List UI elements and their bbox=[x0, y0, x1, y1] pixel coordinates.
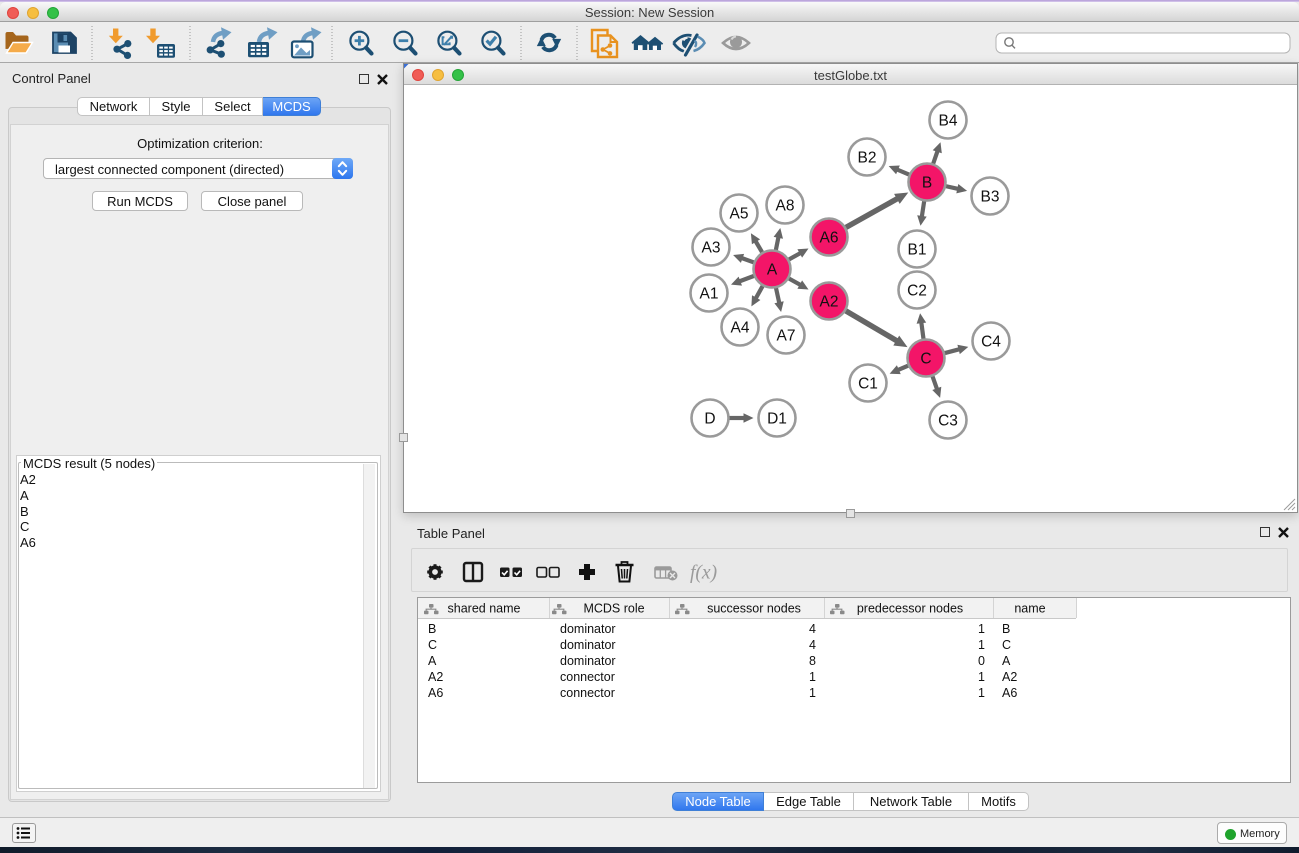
svg-text:A8: A8 bbox=[776, 198, 795, 215]
svg-text:A1: A1 bbox=[700, 286, 719, 303]
svg-text:C: C bbox=[1002, 638, 1011, 652]
svg-text:A: A bbox=[428, 654, 437, 668]
svg-text:1: 1 bbox=[809, 670, 816, 684]
svg-text:B: B bbox=[922, 175, 932, 192]
svg-text:4: 4 bbox=[809, 622, 816, 636]
svg-text:f(x): f(x) bbox=[690, 563, 717, 584]
svg-text:1: 1 bbox=[978, 670, 985, 684]
svg-text:8: 8 bbox=[809, 654, 816, 668]
svg-text:4: 4 bbox=[809, 638, 816, 652]
svg-text:1: 1 bbox=[809, 686, 816, 700]
svg-text:A: A bbox=[767, 262, 778, 279]
svg-text:C2: C2 bbox=[907, 283, 927, 300]
svg-text:A2: A2 bbox=[428, 670, 443, 684]
svg-text:B1: B1 bbox=[908, 242, 927, 259]
svg-text:1: 1 bbox=[978, 638, 985, 652]
svg-text:B: B bbox=[428, 622, 436, 636]
svg-text:name: name bbox=[1014, 602, 1045, 616]
svg-text:predecessor nodes: predecessor nodes bbox=[857, 602, 963, 616]
svg-text:A7: A7 bbox=[777, 328, 796, 345]
svg-text:A4: A4 bbox=[731, 320, 750, 337]
svg-text:A6: A6 bbox=[820, 230, 839, 247]
svg-text:MCDS role: MCDS role bbox=[583, 602, 644, 616]
svg-text:A6: A6 bbox=[428, 686, 443, 700]
svg-text:C1: C1 bbox=[858, 376, 878, 393]
svg-text:dominator: dominator bbox=[560, 622, 616, 636]
svg-text:C: C bbox=[428, 638, 437, 652]
svg-text:A2: A2 bbox=[1002, 670, 1017, 684]
svg-text:0: 0 bbox=[978, 654, 985, 668]
svg-text:C3: C3 bbox=[938, 413, 958, 430]
svg-text:connector: connector bbox=[560, 686, 615, 700]
svg-text:A: A bbox=[1002, 654, 1011, 668]
svg-text:connector: connector bbox=[560, 670, 615, 684]
svg-text:dominator: dominator bbox=[560, 654, 616, 668]
svg-text:B2: B2 bbox=[858, 150, 877, 167]
svg-text:successor nodes: successor nodes bbox=[707, 602, 801, 616]
svg-text:dominator: dominator bbox=[560, 638, 616, 652]
svg-text:C: C bbox=[920, 351, 931, 368]
svg-text:B: B bbox=[1002, 622, 1010, 636]
svg-text:D1: D1 bbox=[767, 411, 787, 428]
svg-text:1: 1 bbox=[978, 686, 985, 700]
svg-text:A3: A3 bbox=[702, 240, 721, 257]
svg-text:shared name: shared name bbox=[448, 602, 521, 616]
svg-text:D: D bbox=[704, 411, 715, 428]
svg-text:A6: A6 bbox=[1002, 686, 1017, 700]
svg-text:B4: B4 bbox=[939, 113, 958, 130]
svg-text:A5: A5 bbox=[730, 206, 749, 223]
svg-text:B3: B3 bbox=[981, 189, 1000, 206]
svg-text:A2: A2 bbox=[820, 294, 839, 311]
svg-text:C4: C4 bbox=[981, 334, 1001, 351]
svg-text:1: 1 bbox=[978, 622, 985, 636]
